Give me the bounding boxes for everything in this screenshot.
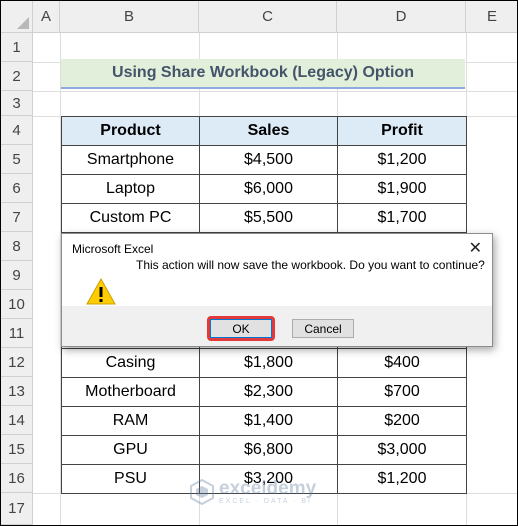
cell-profit[interactable]: $700 bbox=[337, 377, 467, 407]
cell-product[interactable]: Laptop bbox=[61, 174, 200, 204]
warning-icon bbox=[86, 278, 116, 305]
row-header-14[interactable]: 14 bbox=[1, 406, 33, 435]
cell-sales[interactable]: $2,300 bbox=[199, 377, 338, 407]
table-row: Custom PC $5,500 $1,700 bbox=[61, 203, 467, 233]
table-row: Smartphone $4,500 $1,200 bbox=[61, 145, 467, 175]
row-header-4[interactable]: 4 bbox=[1, 116, 33, 145]
cell-sales[interactable]: $6,800 bbox=[199, 435, 338, 465]
row-header-7[interactable]: 7 bbox=[1, 203, 33, 232]
cell-product[interactable]: GPU bbox=[61, 435, 200, 465]
table-header-row: Product Sales Profit bbox=[61, 116, 467, 146]
table-row: Motherboard $2,300 $700 bbox=[61, 377, 467, 407]
exceldemy-watermark: exceldemy EXCEL · DATA · BI bbox=[189, 479, 316, 505]
cell-product[interactable]: RAM bbox=[61, 406, 200, 436]
row-header-5[interactable]: 5 bbox=[1, 145, 33, 174]
cell-profit[interactable]: $1,200 bbox=[337, 464, 467, 494]
confirm-dialog: Microsoft Excel ✕ This action will now s… bbox=[61, 233, 493, 347]
row-header-10[interactable]: 10 bbox=[1, 290, 33, 319]
table-row: Casing $1,800 $400 bbox=[61, 348, 467, 378]
close-icon[interactable]: ✕ bbox=[469, 238, 482, 258]
cell-product[interactable]: Custom PC bbox=[61, 203, 200, 233]
cell-sales[interactable]: $1,800 bbox=[199, 348, 338, 378]
cell-product[interactable]: Motherboard bbox=[61, 377, 200, 407]
watermark-name: exceldemy bbox=[219, 478, 317, 499]
row-header-12[interactable]: 12 bbox=[1, 348, 33, 377]
cell-profit[interactable]: $200 bbox=[337, 406, 467, 436]
dialog-title: Microsoft Excel bbox=[72, 242, 154, 256]
row-header-11[interactable]: 11 bbox=[1, 319, 33, 348]
table-row: GPU $6,800 $3,000 bbox=[61, 435, 467, 465]
cell-profit[interactable]: $1,900 bbox=[337, 174, 467, 204]
row-header-1[interactable]: 1 bbox=[1, 33, 33, 62]
table-row: RAM $1,400 $200 bbox=[61, 406, 467, 436]
cell-sales[interactable]: $6,000 bbox=[199, 174, 338, 204]
column-header-b[interactable]: B bbox=[60, 1, 199, 33]
header-product[interactable]: Product bbox=[61, 116, 200, 146]
row-header-2[interactable]: 2 bbox=[1, 62, 33, 91]
cell-sales[interactable]: $5,500 bbox=[199, 203, 338, 233]
column-header-c[interactable]: C bbox=[199, 1, 337, 33]
row-header-16[interactable]: 16 bbox=[1, 464, 33, 493]
select-all-corner[interactable] bbox=[1, 1, 33, 33]
row-header-6[interactable]: 6 bbox=[1, 174, 33, 203]
ok-button[interactable]: OK bbox=[210, 319, 272, 338]
table-row: Laptop $6,000 $1,900 bbox=[61, 174, 467, 204]
row-header-9[interactable]: 9 bbox=[1, 261, 33, 290]
cell-profit[interactable]: $1,200 bbox=[337, 145, 467, 175]
gridline bbox=[33, 91, 517, 92]
row-header-3[interactable]: 3 bbox=[1, 91, 33, 116]
watermark-tagline: EXCEL · DATA · BI bbox=[219, 498, 312, 505]
row-header-15[interactable]: 15 bbox=[1, 435, 33, 464]
cell-profit[interactable]: $400 bbox=[337, 348, 467, 378]
dialog-button-bar bbox=[62, 306, 492, 346]
exceldemy-logo-icon bbox=[190, 479, 214, 505]
row-header-17[interactable]: 17 bbox=[1, 493, 33, 525]
header-sales[interactable]: Sales bbox=[199, 116, 338, 146]
spreadsheet-window: A B C D E 1 2 3 4 5 6 7 8 9 10 11 12 13 … bbox=[0, 0, 518, 526]
row-header-13[interactable]: 13 bbox=[1, 377, 33, 406]
header-profit[interactable]: Profit bbox=[337, 116, 467, 146]
cell-profit[interactable]: $1,700 bbox=[337, 203, 467, 233]
cell-product[interactable]: PSU bbox=[61, 464, 200, 494]
dialog-message: This action will now save the workbook. … bbox=[136, 258, 485, 272]
cancel-button[interactable]: Cancel bbox=[292, 319, 354, 338]
column-header-e[interactable]: E bbox=[466, 1, 517, 33]
cell-product[interactable]: Casing bbox=[61, 348, 200, 378]
select-all-triangle-icon bbox=[17, 17, 29, 29]
column-header-d[interactable]: D bbox=[337, 1, 466, 33]
cell-sales[interactable]: $4,500 bbox=[199, 145, 338, 175]
column-header-a[interactable]: A bbox=[33, 1, 60, 33]
sheet-title[interactable]: Using Share Workbook (Legacy) Option bbox=[61, 59, 465, 89]
cell-sales[interactable]: $1,400 bbox=[199, 406, 338, 436]
cell-profit[interactable]: $3,000 bbox=[337, 435, 467, 465]
row-header-8[interactable]: 8 bbox=[1, 232, 33, 261]
cell-product[interactable]: Smartphone bbox=[61, 145, 200, 175]
